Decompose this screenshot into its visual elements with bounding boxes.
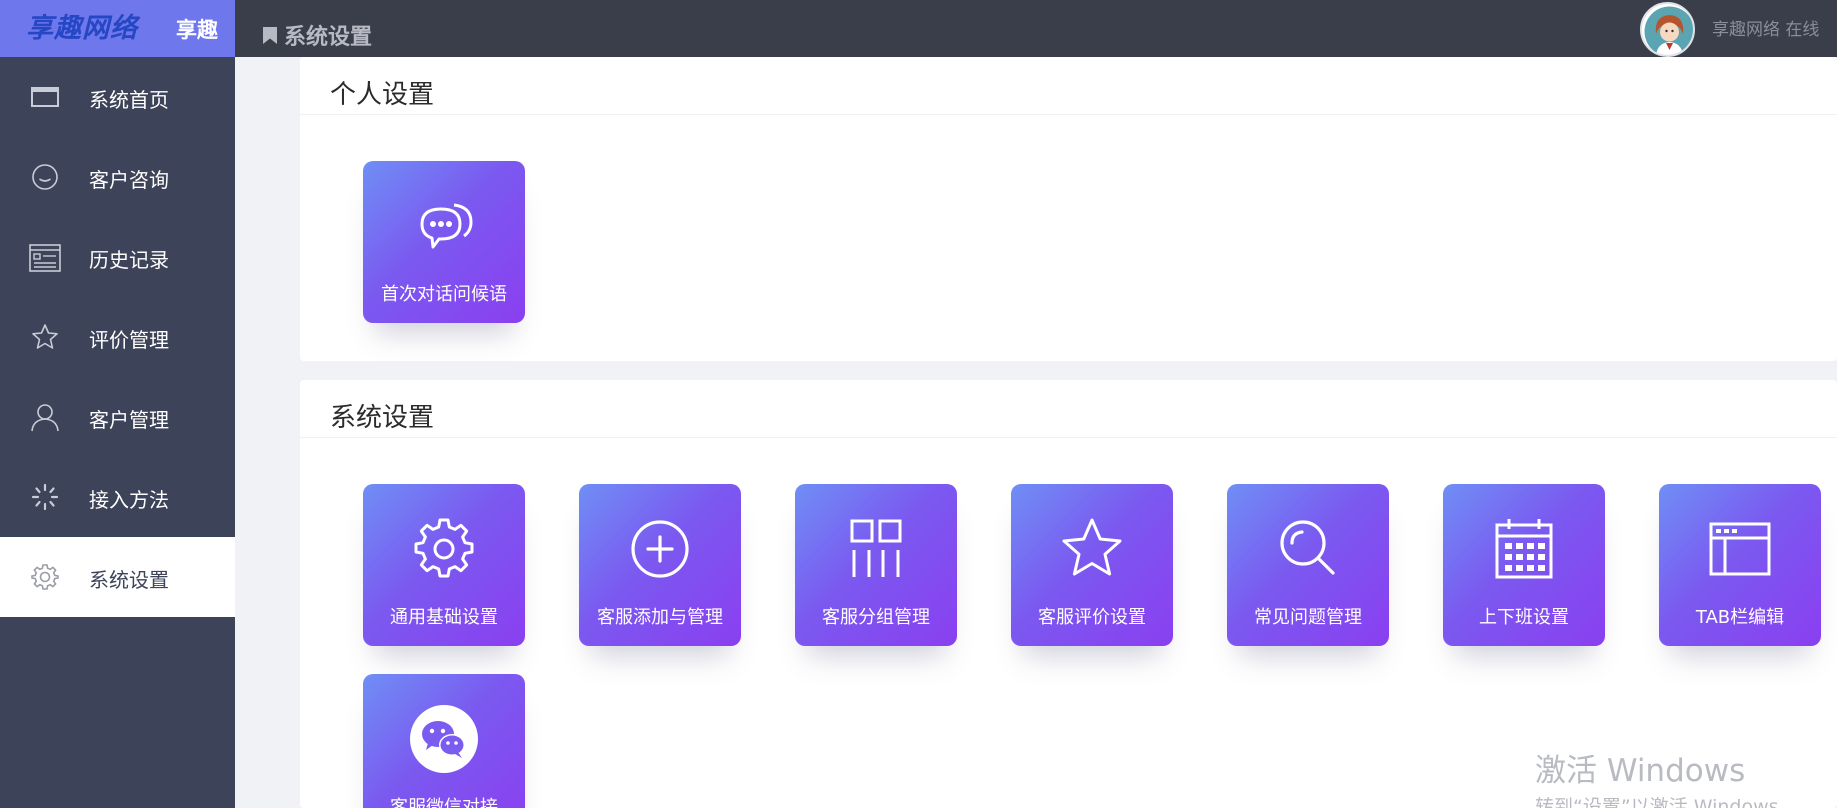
history-list-icon — [29, 244, 61, 272]
sidebar-item-home[interactable]: 系统首页 — [0, 57, 235, 137]
card-header: 个人设置 — [300, 57, 1837, 115]
tile-shift-settings[interactable]: 上下班设置 — [1443, 484, 1605, 646]
watermark-title: 激活 Windows — [1535, 753, 1746, 789]
avatar[interactable] — [1640, 2, 1695, 57]
loading-icon — [31, 483, 59, 511]
tile-group-management[interactable]: 客服分组管理 — [795, 484, 957, 646]
tile-tab-editor[interactable]: TAB栏编辑 — [1659, 484, 1821, 646]
tile-label: 客服添加与管理 — [597, 607, 723, 628]
app-name: 享趣 — [176, 17, 218, 42]
logo[interactable]: 享趣网络 -XQQUNETWK- — [26, 12, 158, 68]
sidebar-item-label: 客户咨询 — [89, 168, 169, 192]
tile-greeting[interactable]: 首次对话问候语 — [363, 161, 525, 323]
gear-icon — [31, 564, 59, 590]
tile-label: 客服微信对接 — [390, 797, 498, 808]
tile-label: 客服分组管理 — [822, 607, 930, 628]
sidebar-item-label: 系统设置 — [89, 568, 169, 592]
browser-window-icon — [1709, 522, 1771, 576]
tile-label: 客服评价设置 — [1038, 607, 1146, 628]
sidebar-item-label: 客户管理 — [89, 408, 169, 432]
tile-review-settings[interactable]: 客服评价设置 — [1011, 484, 1173, 646]
logo-area: 享趣网络 -XQQUNETWK- 享趣 — [0, 0, 235, 68]
tile-general-settings[interactable]: 通用基础设置 — [363, 484, 525, 646]
tile-faq-management[interactable]: 常见问题管理 — [1227, 484, 1389, 646]
tile-label: 上下班设置 — [1479, 607, 1569, 628]
section-title: 系统设置 — [330, 403, 435, 433]
sidebar-item-history[interactable]: 历史记录 — [0, 217, 235, 297]
gear-icon — [414, 518, 474, 578]
search-icon — [1280, 520, 1335, 575]
user-status: 享趣网络 在线 — [1712, 20, 1820, 40]
logo-text: 享趣网络 — [26, 12, 138, 44]
chat-bubble-icon — [32, 164, 58, 190]
top-bar: 享趣网络 -XQQUNETWK- 享趣 系统设置 享趣网络 在线 — [0, 0, 1837, 68]
tile-label: TAB栏编辑 — [1695, 607, 1785, 628]
tile-label: 通用基础设置 — [390, 607, 498, 628]
windows-activation-watermark: 激活 Windows 转到“设置”以激活 Windows。 — [1535, 745, 1798, 808]
tile-agent-management[interactable]: 客服添加与管理 — [579, 484, 741, 646]
calendar-icon — [1495, 519, 1553, 579]
breadcrumb: 系统设置 — [262, 19, 372, 51]
system-settings-card: 系统设置 通用基础设置 客服添加与管理 客服分组管理 客服评价设置 常见问题管理… — [300, 380, 1837, 808]
breadcrumb-label: 系统设置 — [284, 25, 373, 50]
sidebar: 系统首页 客户咨询 历史记录 评价管理 客户管理 接入方法 系统设置 — [0, 57, 235, 808]
plus-circle-icon — [631, 520, 689, 578]
sidebar-item-consult[interactable]: 客户咨询 — [0, 137, 235, 217]
sidebar-item-label: 接入方法 — [89, 488, 169, 512]
section-title: 个人设置 — [330, 80, 435, 110]
tile-label: 常见问题管理 — [1254, 607, 1362, 628]
grid-icon — [850, 519, 902, 577]
personal-settings-card: 个人设置 首次对话问候语 — [300, 57, 1837, 361]
chat-dots-icon — [420, 203, 473, 249]
sidebar-item-label: 评价管理 — [89, 328, 169, 352]
sidebar-item-customers[interactable]: 客户管理 — [0, 377, 235, 457]
star-icon — [32, 324, 58, 349]
sidebar-item-access[interactable]: 接入方法 — [0, 457, 235, 537]
sidebar-item-label: 历史记录 — [89, 248, 169, 272]
card-header: 系统设置 — [300, 380, 1837, 438]
sidebar-item-settings[interactable]: 系统设置 — [0, 537, 235, 617]
sidebar-item-label: 系统首页 — [89, 88, 169, 112]
user-icon — [31, 404, 59, 432]
sidebar-item-reviews[interactable]: 评价管理 — [0, 297, 235, 377]
tile-wechat-integration[interactable]: 客服微信对接 — [363, 674, 525, 808]
star-icon — [1062, 518, 1122, 576]
tile-label: 首次对话问候语 — [381, 284, 507, 305]
user-avatar-icon — [1644, 6, 1693, 55]
bookmark-icon — [263, 26, 277, 44]
wechat-icon — [410, 705, 478, 773]
watermark-subtitle: 转到“设置”以激活 Windows。 — [1535, 796, 1798, 808]
window-icon — [31, 87, 59, 107]
